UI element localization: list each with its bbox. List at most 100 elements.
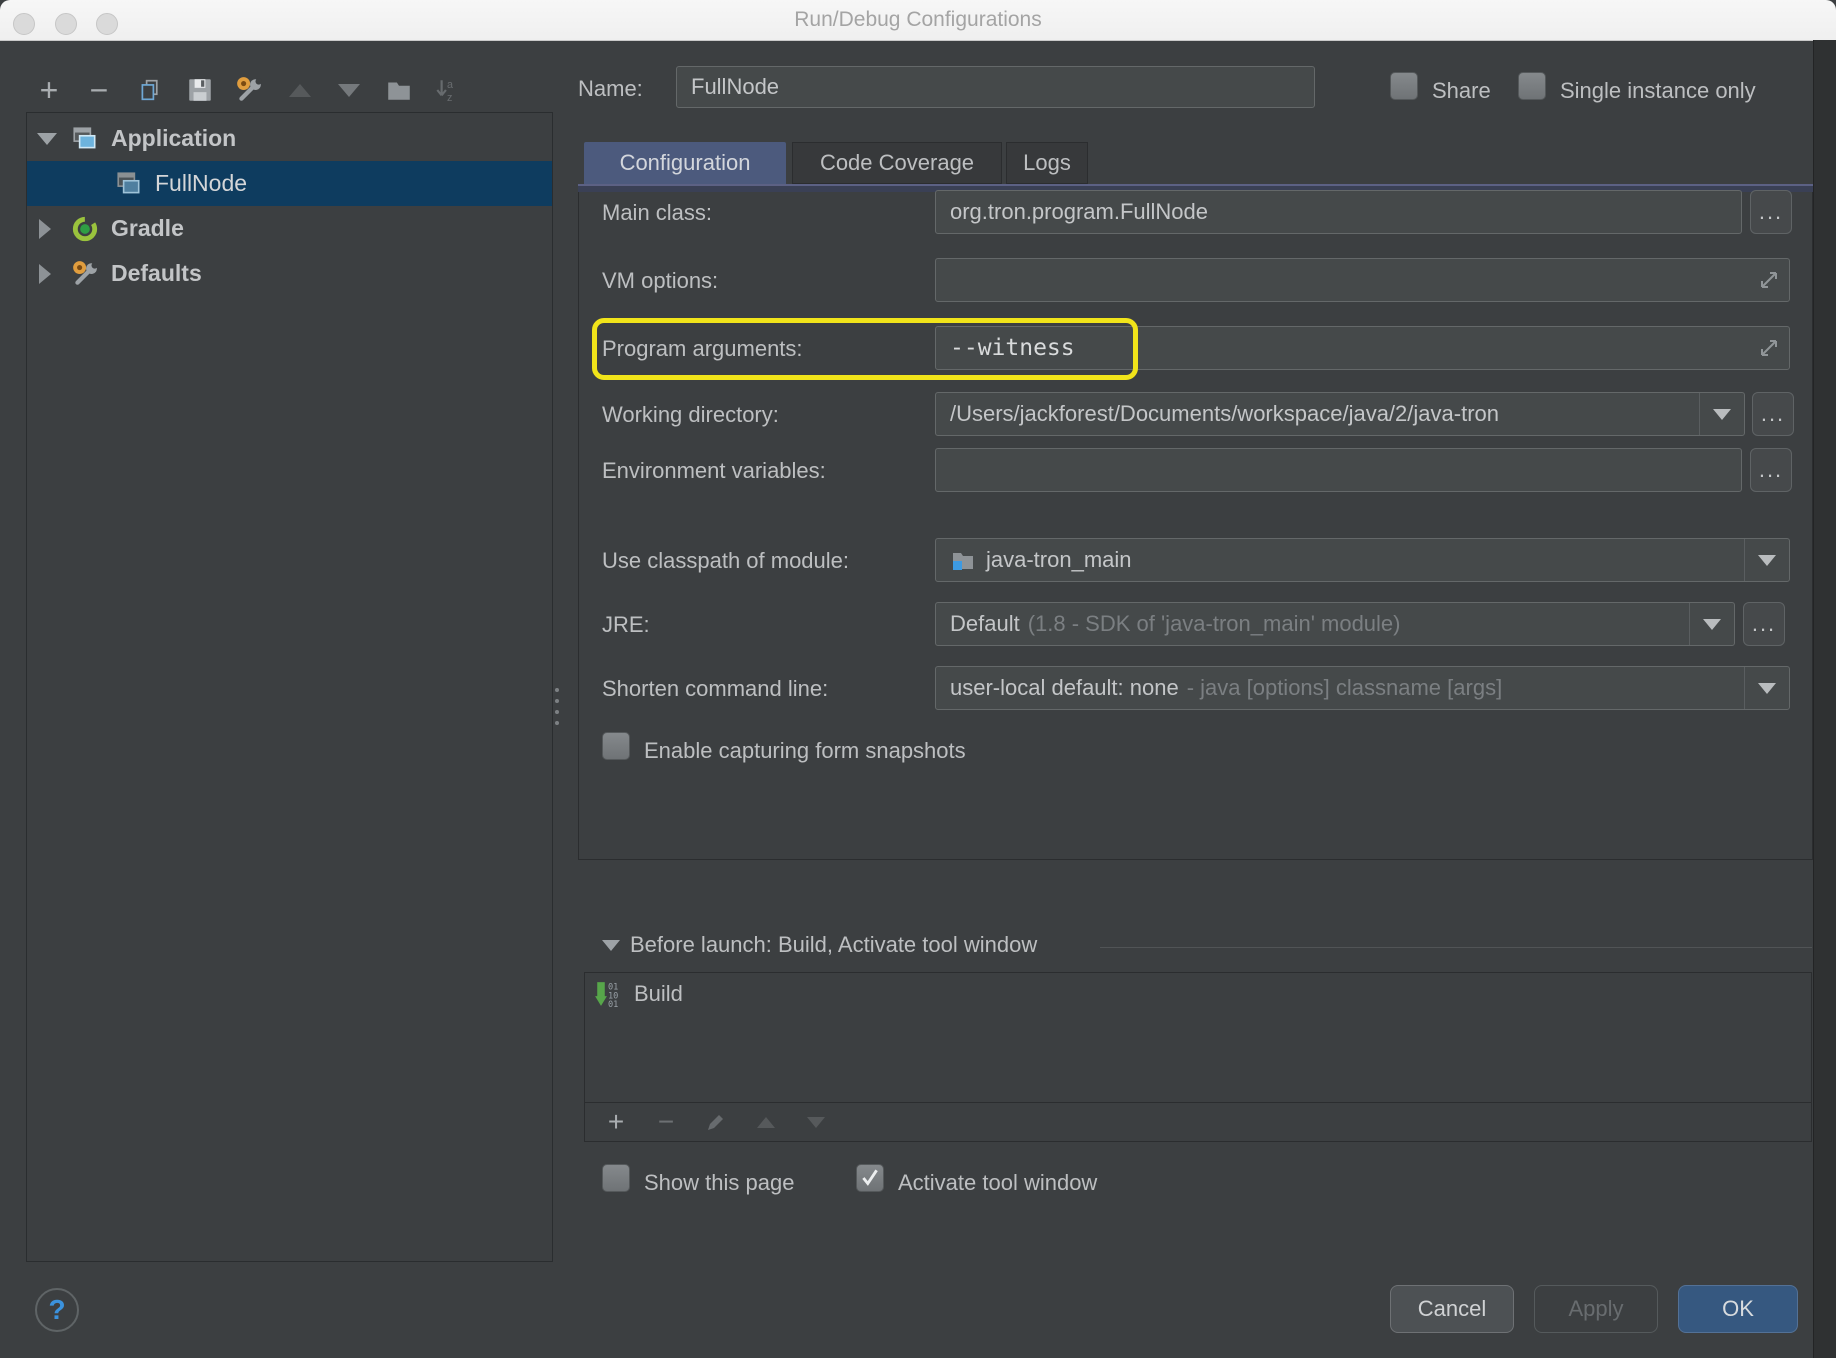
expand-arrow-icon[interactable] [39,219,51,239]
check-icon [859,1167,881,1189]
move-up-button[interactable] [281,72,319,108]
single-instance-label: Single instance only [1560,78,1756,104]
jre-value: Default [950,611,1020,637]
build-icon: 011001 [594,980,622,1008]
environment-variables-input[interactable] [935,448,1742,492]
folder-icon [385,76,413,104]
sort-configurations-button[interactable]: az [428,72,466,108]
collapse-arrow-icon[interactable] [37,133,57,145]
jre-dropdown-button[interactable] [1689,603,1734,645]
working-directory-input[interactable]: /Users/jackforest/Documents/workspace/ja… [935,392,1745,436]
use-classpath-dropdown-button[interactable] [1744,539,1789,581]
application-icon [71,125,99,153]
before-launch-header: Before launch: Build, Activate tool wind… [630,932,1037,958]
working-directory-browse-button[interactable]: ... [1752,392,1794,436]
chevron-down-icon [1758,683,1776,694]
working-directory-value: /Users/jackforest/Documents/workspace/ja… [950,401,1499,427]
svg-text:a: a [447,79,453,91]
question-icon: ? [48,1294,65,1326]
ellipsis-icon: ... [1761,409,1785,419]
show-this-page-label: Show this page [644,1170,794,1196]
single-instance-checkbox[interactable] [1518,72,1546,100]
pencil-icon [704,1110,728,1134]
plus-icon: + [40,75,59,105]
edit-defaults-button[interactable] [230,72,268,108]
wrench-gear-icon [235,76,263,104]
before-launch-collapse-icon[interactable] [602,940,620,951]
vm-options-input[interactable] [935,258,1790,302]
before-launch-item-build[interactable]: 011001 Build [594,980,683,1008]
share-checkbox[interactable] [1390,72,1418,100]
add-configuration-button[interactable]: + [30,72,68,108]
jre-hint: (1.8 - SDK of 'java-tron_main' module) [1028,611,1401,637]
before-launch-remove-button[interactable]: − [648,1106,684,1138]
expand-field-icon[interactable] [1757,268,1781,292]
tab-logs[interactable]: Logs [1006,142,1088,184]
cancel-button[interactable]: Cancel [1390,1285,1514,1333]
apply-button[interactable]: Apply [1534,1285,1658,1333]
program-arguments-label: Program arguments: [602,336,803,362]
before-launch-add-button[interactable]: + [598,1106,634,1138]
tab-code-coverage[interactable]: Code Coverage [792,142,1002,184]
minus-icon: − [658,1107,674,1137]
name-label: Name: [578,76,643,102]
svg-text:01: 01 [608,1000,618,1008]
tab-configuration[interactable]: Configuration [584,142,786,184]
copy-icon [139,79,161,101]
show-this-page-checkbox[interactable] [602,1164,630,1192]
shorten-command-line-combobox[interactable]: user-local default: none - java [options… [935,666,1790,710]
tree-item-application[interactable]: Application [27,116,552,161]
window-right-edge [1813,40,1836,1358]
enable-snapshots-checkbox[interactable] [602,732,630,760]
main-class-label: Main class: [602,200,712,226]
new-folder-button[interactable] [380,72,418,108]
copy-configuration-button[interactable] [131,72,169,108]
tree-item-label: Application [111,125,236,152]
before-launch-edit-button[interactable] [698,1106,734,1138]
shorten-command-line-dropdown-button[interactable] [1744,667,1789,709]
remove-configuration-button[interactable]: − [80,72,118,108]
minus-icon: − [90,75,109,105]
help-button[interactable]: ? [35,1288,79,1332]
chevron-down-icon [1703,619,1721,630]
environment-variables-label: Environment variables: [602,458,826,484]
splitter-handle[interactable] [555,688,559,725]
main-class-browse-button[interactable]: ... [1750,190,1792,234]
before-launch-item-label: Build [634,981,683,1007]
before-launch-move-down-button[interactable] [798,1106,834,1138]
gradle-icon [71,215,99,243]
program-arguments-value: --witness [950,335,1075,361]
save-configuration-button[interactable] [181,72,219,108]
move-up-icon [289,84,311,97]
before-launch-move-up-button[interactable] [748,1106,784,1138]
use-classpath-combobox[interactable]: java-tron_main [935,538,1790,582]
program-arguments-input[interactable]: --witness [935,326,1790,370]
move-down-icon [338,84,360,97]
window-title: Run/Debug Configurations [0,8,1836,32]
activate-tool-window-checkbox[interactable] [856,1164,884,1192]
jre-browse-button[interactable]: ... [1743,602,1785,646]
activate-tool-window-label: Activate tool window [898,1170,1097,1196]
expand-arrow-icon[interactable] [39,264,51,284]
main-class-input[interactable]: org.tron.program.FullNode [935,190,1742,234]
move-down-button[interactable] [330,72,368,108]
environment-variables-browse-button[interactable]: ... [1750,448,1792,492]
use-classpath-label: Use classpath of module: [602,548,849,574]
jre-combobox[interactable]: Default (1.8 - SDK of 'java-tron_main' m… [935,602,1735,646]
tree-item-gradle[interactable]: Gradle [27,206,552,251]
tree-item-fullnode-selected[interactable]: FullNode [27,161,552,206]
settings-wrench-icon [71,260,99,288]
enable-snapshots-label: Enable capturing form snapshots [644,738,966,764]
working-directory-dropdown-button[interactable] [1699,393,1744,435]
working-directory-label: Working directory: [602,402,779,428]
tree-item-defaults[interactable]: Defaults [27,251,552,296]
save-icon [186,76,214,104]
ellipsis-icon: ... [1759,207,1783,217]
ok-button[interactable]: OK [1678,1285,1798,1333]
expand-field-icon[interactable] [1757,336,1781,360]
before-launch-separator [1100,947,1812,948]
svg-text:z: z [447,92,452,104]
application-icon [115,170,143,198]
name-input[interactable]: FullNode [676,66,1315,108]
plus-icon: + [608,1107,624,1137]
